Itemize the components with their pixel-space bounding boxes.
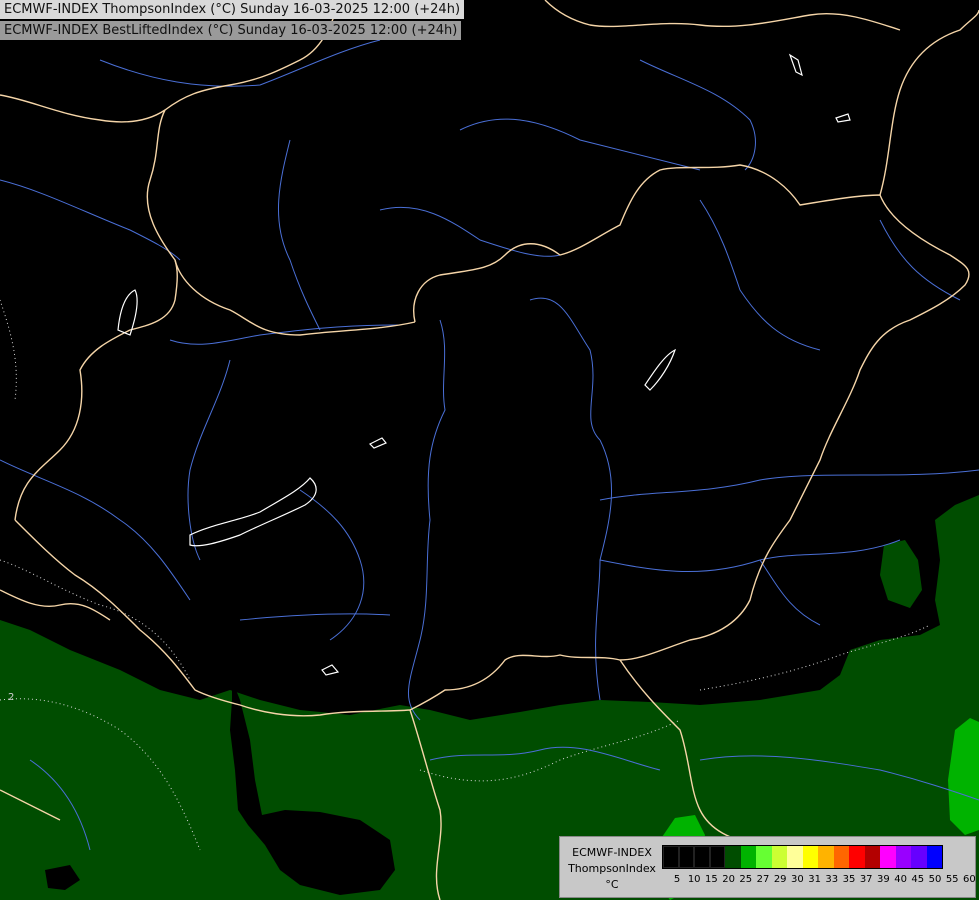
legend-swatch (911, 846, 927, 868)
contour-label: 2 (8, 692, 14, 703)
legend-tick-label: 35 (842, 874, 856, 885)
map-title-thompson-index: ECMWF-INDEX ThompsonIndex (°C) Sunday 16… (0, 0, 465, 19)
legend-swatch (740, 846, 756, 868)
legend-label-unit: °C (605, 878, 619, 891)
legend-swatch (880, 846, 896, 868)
legend-swatch (864, 846, 880, 868)
map-title-best-lifted-index: ECMWF-INDEX BestLiftedIndex (°C) Sunday … (0, 21, 462, 40)
legend-tick-label: 30 (791, 874, 804, 885)
legend-swatch (926, 846, 942, 868)
legend-label-index: ThompsonIndex (568, 862, 656, 875)
legend-tick-label: 39 (877, 874, 890, 885)
legend-swatch (725, 846, 741, 868)
weather-map: 2 (0, 0, 979, 900)
legend-swatch (709, 846, 725, 868)
legend-tick-label: 45 (911, 874, 925, 885)
legend-swatch (771, 846, 787, 868)
legend-swatch (678, 846, 694, 868)
legend-tick-label: 50 (928, 874, 942, 885)
legend-label-model: ECMWF-INDEX (572, 846, 652, 859)
legend-swatch (818, 846, 834, 868)
legend-tick-label: 40 (894, 874, 907, 885)
legend-swatch (787, 846, 803, 868)
legend-swatch (895, 846, 911, 868)
legend-swatch (694, 846, 710, 868)
legend-tick-label: 5 (673, 874, 681, 885)
color-legend: ECMWF-INDEX ThompsonIndex °C 5 10 15 20 25 27… (559, 836, 976, 898)
legend-tick-label: 31 (808, 874, 821, 885)
legend-tick-label: 10 (687, 874, 701, 885)
legend-tick-label: 27 (756, 874, 770, 885)
legend-tick-label: 55 (945, 874, 959, 885)
legend-tick-label: 33 (825, 874, 839, 885)
legend-tick-label: 37 (859, 874, 873, 885)
legend-ticks: 5 10 15 20 25 27 29 30 31 33 35 37 39 40 45 50 55 60 (662, 874, 976, 888)
legend-tick-label: 60 (963, 874, 976, 885)
legend-tick-label: 29 (773, 874, 787, 885)
legend-tick-label: 15 (705, 874, 718, 885)
legend-tick-label: 20 (722, 874, 735, 885)
legend-swatch (663, 846, 679, 868)
legend-swatch (756, 846, 772, 868)
legend-swatch (833, 846, 849, 868)
legend-label: ECMWF-INDEX ThompsonIndex °C (564, 845, 660, 893)
legend-color-bar (662, 845, 943, 869)
legend-swatch (849, 846, 865, 868)
legend-swatch (802, 846, 818, 868)
legend-tick-label: 25 (739, 874, 753, 885)
